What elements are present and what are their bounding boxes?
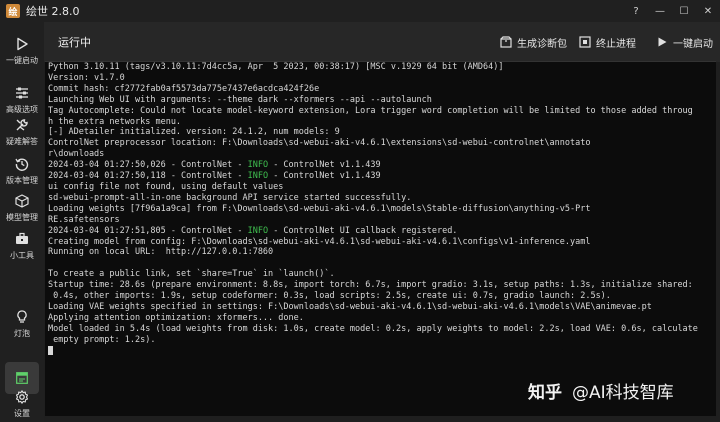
window-title: 绘世 2.8.0 — [26, 5, 80, 18]
console-line: Version: v1.7.0 — [48, 72, 125, 83]
console-line: 2024-03-04 01:27:51,805 - ControlNet - I… — [48, 225, 458, 236]
console-line: sd-webui-prompt-all-in-one background AP… — [48, 192, 412, 203]
console-line: h the extra networks menu. — [48, 116, 182, 127]
play-icon — [13, 35, 31, 53]
console-line: Loading VAE weights specified in setting… — [48, 301, 652, 312]
sidebar-item-label: 灯泡 — [14, 329, 30, 338]
toolbox-icon — [13, 230, 31, 248]
sidebar-item-label: 小工具 — [10, 251, 34, 260]
help-button[interactable]: ? — [624, 0, 648, 22]
console-line: Launching Web UI with arguments: --theme… — [48, 94, 432, 105]
sidebar-item-label: 设置 — [14, 409, 30, 418]
gear-icon — [13, 388, 31, 406]
console-scrollbar[interactable] — [713, 66, 716, 406]
button-label: 终止进程 — [596, 38, 636, 50]
close-button[interactable]: ✕ — [696, 0, 720, 22]
sidebar-item-advanced[interactable]: 高级选项 — [0, 84, 44, 120]
log-level-info: INFO — [247, 171, 269, 182]
console-output[interactable]: Python 3.10.11 (tags/v3.10.11:7d4cc5a, A… — [45, 61, 716, 416]
generate-diagnostics-button[interactable]: 生成诊断包 — [500, 33, 567, 51]
text-cursor — [48, 345, 53, 355]
console-line: Python 3.10.11 (tags/v3.10.11:7d4cc5a, A… — [48, 62, 504, 72]
sidebar-item-label: 高级选项 — [6, 105, 38, 114]
console-line: Running on local URL: http://127.0.0.1:7… — [48, 247, 274, 258]
tools-icon — [13, 116, 31, 134]
stop-process-button[interactable]: 终止进程 — [579, 33, 636, 51]
sidebar-item-label: 疑难解答 — [6, 137, 38, 146]
minimize-button[interactable]: — — [648, 0, 672, 22]
page-header: 运行中 生成诊断包 终止进程 一键启动 — [44, 22, 720, 62]
button-label: 生成诊断包 — [517, 38, 567, 50]
button-label: 一键启动 — [673, 38, 713, 50]
stop-icon — [579, 36, 591, 48]
one-click-launch-button[interactable]: 一键启动 — [656, 33, 713, 51]
app-logo-icon: 绘 — [6, 4, 20, 18]
console-lines: Python 3.10.11 (tags/v3.10.11:7d4cc5a, A… — [48, 62, 716, 357]
history-icon — [13, 155, 31, 173]
window-controls: ? — ☐ ✕ — [624, 0, 720, 22]
watermark: 知乎 @AI科技智库 — [528, 378, 674, 403]
console-line: r\downloads — [48, 149, 105, 160]
console-line: 2024-03-04 01:27:50,026 - ControlNet - I… — [48, 160, 381, 171]
console-line: Startup time: 28.6s (prepare environment… — [48, 280, 693, 291]
cube-icon — [13, 192, 31, 210]
page-title: 运行中 — [58, 36, 91, 49]
play-icon — [656, 36, 668, 48]
sidebar-item-settings[interactable]: 设置 — [0, 388, 44, 422]
console-icon — [16, 369, 28, 388]
console-line: RE.safetensors — [48, 214, 120, 225]
console-line: Commit hash: cf2772fab0af5573da775e7437e… — [48, 83, 320, 94]
console-line: [-] ADetailer initialized. version: 24.1… — [48, 127, 340, 138]
watermark-text: @AI科技智库 — [572, 383, 674, 403]
sidebar-item-launch[interactable]: 一键启动 — [0, 35, 44, 71]
sidebar-item-lightbulb[interactable]: 灯泡 — [0, 308, 44, 344]
console-line: ControlNet preprocessor location: F:\Dow… — [48, 138, 591, 149]
console-line: Creating model from config: F:\Downloads… — [48, 236, 591, 247]
console-line: To create a public link, set `share=True… — [48, 269, 335, 280]
sidebar-item-versions[interactable]: 版本管理 — [0, 155, 44, 191]
sliders-icon — [13, 84, 31, 102]
console-line: ui config file not found, using default … — [48, 181, 284, 192]
sidebar-item-tools[interactable]: 小工具 — [0, 230, 44, 266]
console-cursor-line — [48, 345, 716, 358]
log-level-info: INFO — [247, 160, 269, 171]
package-icon — [500, 36, 512, 48]
console-line: Applying attention optimization: xformer… — [48, 312, 304, 323]
sidebar-item-label: 模型管理 — [6, 213, 38, 222]
log-level-info: INFO — [247, 225, 269, 236]
lightbulb-icon — [13, 308, 31, 326]
sidebar-item-troubleshoot[interactable]: 疑难解答 — [0, 116, 44, 152]
sidebar-item-label: 版本管理 — [6, 176, 38, 185]
sidebar-item-models[interactable]: 模型管理 — [0, 192, 44, 228]
maximize-button[interactable]: ☐ — [672, 0, 696, 22]
console-line: 2024-03-04 01:27:50,118 - ControlNet - I… — [48, 171, 381, 182]
console-line: Model loaded in 5.4s (load weights from … — [48, 323, 698, 334]
console-line: Loading weights [7f96a1a9ca] from F:\Dow… — [48, 203, 591, 214]
console-line: empty prompt: 1.2s). — [48, 334, 156, 345]
title-bar: 绘 绘世 2.8.0 ? — ☐ ✕ — [0, 0, 720, 22]
zhihu-logo: 知乎 — [528, 383, 562, 403]
console-line: Tag Autocomplete: Could not locate model… — [48, 105, 693, 116]
sidebar-item-label: 一键启动 — [6, 56, 38, 65]
sidebar: 一键启动 高级选项 疑难解答 版本管理 模型管理 小工具 灯泡 设置 — [0, 22, 44, 422]
console-line: 0.4s, other imports: 1.9s, setup codefor… — [48, 291, 611, 302]
